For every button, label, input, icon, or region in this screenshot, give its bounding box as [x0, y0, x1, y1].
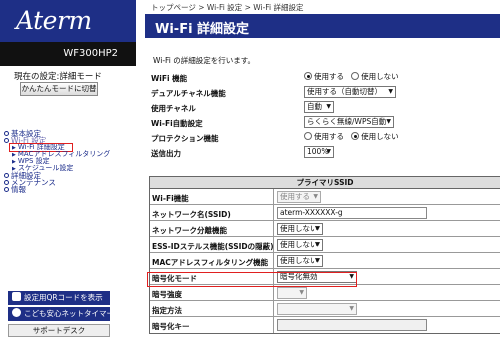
setting-protection: プロテクション機能 使用する 使用しない [151, 132, 399, 143]
setting-wifi-function: WiFi 機能 使用する 使用しない [151, 72, 399, 83]
ssid-input[interactable]: aterm-XXXXXX-g [277, 207, 427, 219]
current-mode-label: 現在の設定:詳細モード [14, 72, 102, 82]
encryption-strength-select[interactable]: ▼ [277, 287, 307, 299]
model-name: WF300HP2 [0, 42, 136, 66]
setting-dual-channel: デュアルチャネル機能 使用する（自動切替） ▼ [151, 85, 496, 100]
qr-code-button[interactable]: 設定用QRコードを表示 [8, 291, 110, 305]
tx-power-select[interactable]: 100% ▼ [304, 146, 334, 158]
table-row: ネットワーク名(SSID) aterm-XXXXXX-g [150, 205, 500, 221]
nav-bullet-icon [4, 173, 9, 178]
encryption-key-input[interactable] [277, 319, 427, 331]
table-row: 暗号強度 ▼ [150, 285, 500, 301]
support-desk-button[interactable]: サポートデスク [8, 324, 110, 337]
primary-ssid-header: プライマリSSID [150, 177, 500, 189]
switch-easy-mode-button[interactable]: かんたんモードに切替 [20, 82, 98, 96]
general-settings: WiFi 機能 使用する 使用しない デュアルチャネル機能 使用する（自動切替）… [151, 70, 496, 160]
chevron-down-icon: ▼ [315, 225, 320, 232]
chevron-down-icon: ▼ [326, 103, 331, 110]
table-row: 指定方法 ▼ [150, 301, 500, 317]
ssid-stealth-select[interactable]: 使用しない ▼ [277, 239, 323, 251]
table-row: ESS-IDステルス機能(SSIDの隠蔽) 使用しない ▼ [150, 237, 500, 253]
wifi-auto-select[interactable]: らくらく無線/WPS自動 ▼ [304, 116, 394, 128]
ssid-wifi-function-select[interactable]: 使用する ▼ [277, 191, 321, 203]
main-content: トップページ > Wi-Fi 設定 > Wi-Fi 詳細設定 Wi-Fi 詳細設… [145, 0, 500, 345]
nav-bullet-icon [4, 138, 9, 143]
chevron-down-icon: ▼ [313, 193, 318, 200]
breadcrumb: トップページ > Wi-Fi 設定 > Wi-Fi 詳細設定 [151, 3, 304, 12]
chevron-down-icon: ▼ [388, 88, 393, 95]
nav-bullet-icon [4, 131, 9, 136]
sidebar: Aterm WF300HP2 現在の設定:詳細モード かんたんモードに切替 基本… [0, 0, 136, 345]
timer-icon [12, 308, 21, 317]
table-row: MACアドレスフィルタリング機能 使用しない ▼ [150, 253, 500, 269]
table-row: Wi-Fi機能 使用する ▼ [150, 189, 500, 205]
side-nav: 基本設定 Wi-Fi 設定 ▶ Wi-Fi 詳細設定 ▶ MACアドレスフィルタリン… [4, 130, 136, 193]
encryption-mode-highlight [147, 272, 357, 287]
setting-wifi-auto: Wi-Fi自動設定 らくらく無線/WPS自動 ▼ [151, 115, 496, 130]
chevron-down-icon: ▼ [326, 148, 331, 155]
chevron-down-icon: ▼ [386, 118, 391, 125]
nav-bullet-icon [4, 187, 9, 192]
qr-icon [12, 292, 21, 301]
channel-select[interactable]: 自動 ▼ [304, 101, 334, 113]
logo-bar: Aterm [0, 0, 136, 42]
dual-channel-select[interactable]: 使用する（自動切替） ▼ [304, 86, 396, 98]
table-row: ネットワーク分離機能 使用しない ▼ [150, 221, 500, 237]
chevron-down-icon: ▼ [315, 241, 320, 248]
chevron-down-icon: ▼ [349, 305, 354, 312]
wifi-use-radio[interactable] [304, 72, 312, 80]
page-description: Wi-Fi の詳細設定を行います。 [153, 56, 256, 65]
mac-filtering-select[interactable]: 使用しない ▼ [277, 255, 323, 267]
chevron-down-icon: ▼ [299, 289, 304, 296]
nav-info[interactable]: 情報 [4, 186, 136, 193]
kids-timer-button[interactable]: こども安心ネットタイマー [8, 307, 110, 321]
aterm-logo: Aterm [16, 6, 92, 35]
primary-ssid-table: プライマリSSID Wi-Fi機能 使用する ▼ ネットワーク名(SSID) at… [149, 176, 500, 334]
chevron-down-icon: ▼ [315, 257, 320, 264]
page-title: Wi-Fi 詳細設定 [145, 14, 500, 38]
network-separation-select[interactable]: 使用しない ▼ [277, 223, 323, 235]
table-row: 暗号化キー [150, 317, 500, 333]
wifi-nouse-radio[interactable] [351, 72, 360, 80]
setting-channel: 使用チャネル 自動 ▼ [151, 100, 496, 115]
protection-use-radio[interactable] [304, 132, 312, 140]
nav-bullet-icon [4, 180, 9, 185]
protection-nouse-radio[interactable] [351, 132, 360, 140]
key-method-select[interactable]: ▼ [277, 303, 357, 315]
setting-tx-power: 送信出力 100% ▼ [151, 145, 496, 160]
